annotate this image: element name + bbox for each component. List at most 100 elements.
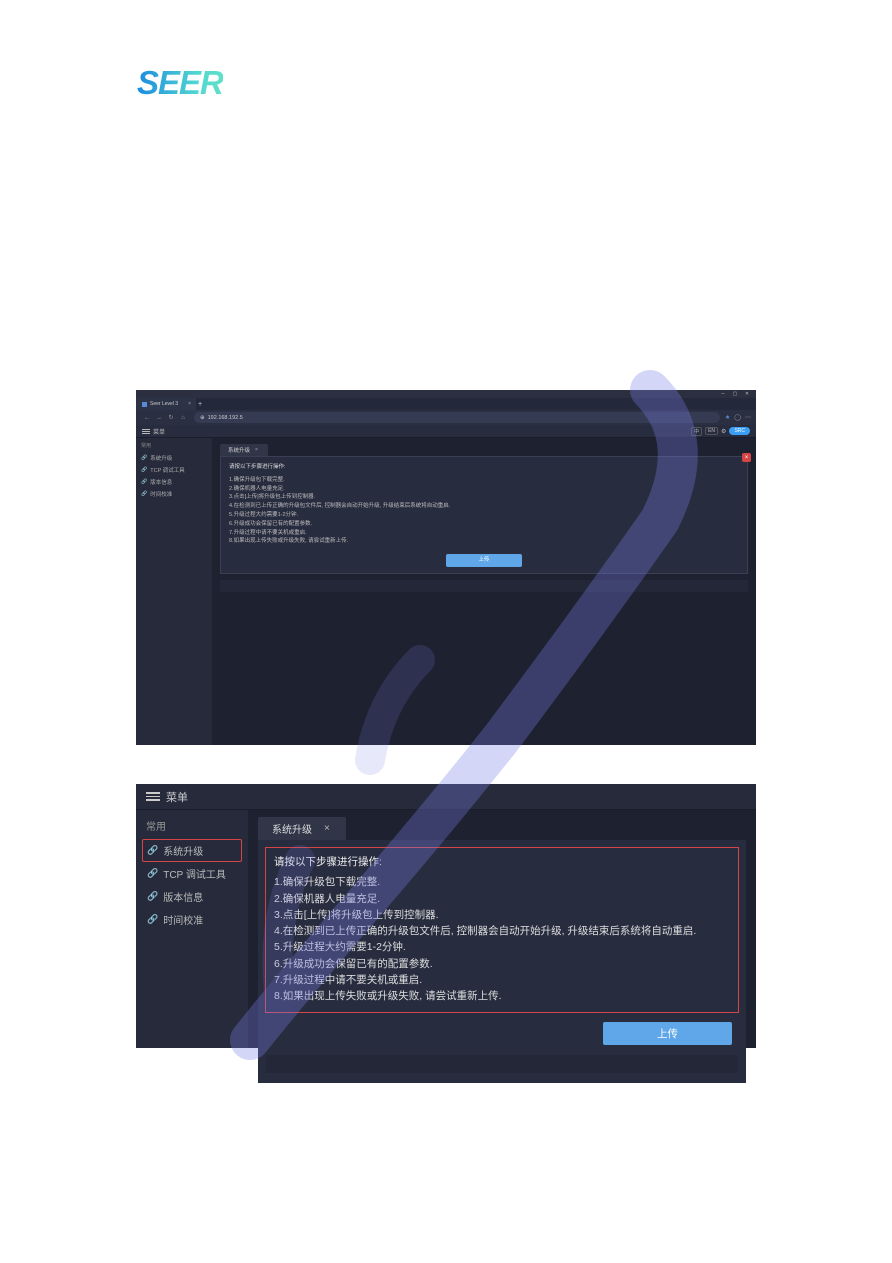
window-maximize-button[interactable]: ▢ bbox=[730, 391, 740, 397]
link-icon: 🔗 bbox=[141, 491, 147, 497]
sidebar-item-tcp-debug[interactable]: 🔗TCP 调试工具 bbox=[141, 464, 207, 476]
lang-zh[interactable]: 中 bbox=[691, 427, 702, 436]
sidebar-item-label: TCP 调试工具 bbox=[150, 466, 184, 474]
sidebar-item-system-upgrade[interactable]: 🔗系统升级 bbox=[141, 452, 207, 464]
link-icon: 🔗 bbox=[141, 479, 147, 485]
link-icon: 🔗 bbox=[147, 891, 158, 902]
tab-favicon bbox=[142, 402, 147, 407]
instruction-step: 6.升级成功会保留已有的配置参数. bbox=[274, 956, 730, 972]
instruction-step: 2.确保机器人电量充足. bbox=[229, 485, 739, 494]
sidebar-item-label: 时间校准 bbox=[150, 490, 172, 498]
link-icon: 🔗 bbox=[141, 467, 147, 473]
browser-toolbar: ← → ↻ ⌂ ⊕ 192.168.192.5 ★ ◯ ⋯ bbox=[136, 410, 756, 425]
instruction-step: 3.点击[上传]将升级包上传到控制器. bbox=[274, 907, 730, 923]
tab-label: 系统升级 bbox=[228, 446, 250, 454]
back-button[interactable]: ← bbox=[141, 415, 153, 421]
sidebar-section-label: 常用 bbox=[142, 818, 242, 833]
instruction-step: 5.升级过程大约需要1-2分钟. bbox=[229, 511, 739, 520]
inner-tabstrip: 系统升级 × bbox=[220, 444, 748, 456]
sidebar: 常用 🔗系统升级 🔗TCP 调试工具 🔗版本信息 🔗时间校准 bbox=[136, 438, 212, 745]
upload-button[interactable]: 上传 bbox=[446, 554, 521, 567]
seer-logo: SEER bbox=[137, 64, 223, 102]
instruction-step: 4.在检测到已上传正确的升级包文件后, 控制器会自动开始升级, 升级结束后系统将… bbox=[229, 502, 739, 511]
sidebar-item-label: TCP 调试工具 bbox=[163, 866, 226, 881]
lang-en[interactable]: EN bbox=[705, 427, 718, 435]
tab-system-upgrade[interactable]: 系统升级 × bbox=[220, 444, 268, 456]
instruction-step: 8.如果出现上传失败或升级失败, 请尝试重新上传. bbox=[229, 537, 739, 546]
sidebar-item-label: 版本信息 bbox=[150, 478, 172, 486]
screenshot-zoomed-panel: 菜单 常用 🔗 系统升级 🔗 TCP 调试工具 🔗 版本信息 🔗 时间校准 系统升级 × bbox=[136, 784, 756, 1048]
sidebar-item-version-info[interactable]: 🔗 版本信息 bbox=[142, 885, 242, 908]
bookmark-star-icon[interactable]: ★ bbox=[725, 414, 730, 421]
src-badge[interactable]: SRC bbox=[729, 427, 750, 435]
sidebar-item-label: 系统升级 bbox=[150, 454, 172, 462]
settings-icon[interactable]: ⚙ bbox=[721, 428, 726, 435]
inner-tabstrip: 系统升级 × bbox=[258, 818, 746, 840]
sidebar-item-time-calibrate[interactable]: 🔗时间校准 bbox=[141, 488, 207, 500]
content-footer-strip bbox=[266, 1055, 738, 1073]
content-area: 系统升级 × 请按以下步骤进行操作: 1.确保升级包下载完整. 2.确保机器人电… bbox=[248, 810, 756, 1048]
content-footer-strip bbox=[220, 580, 748, 592]
sidebar-item-time-calibrate[interactable]: 🔗 时间校准 bbox=[142, 908, 242, 931]
sidebar-section-label: 常用 bbox=[141, 442, 207, 449]
upload-button[interactable]: 上传 bbox=[603, 1022, 732, 1045]
menu-toggle[interactable]: 菜单 bbox=[142, 427, 165, 436]
app-topbar: 菜单 中 EN ⚙ SRC bbox=[136, 425, 756, 438]
browser-tab-strip: Seer Level 3 × + bbox=[136, 398, 756, 410]
link-icon: 🔗 bbox=[147, 868, 158, 879]
sidebar-item-system-upgrade[interactable]: 🔗 系统升级 bbox=[142, 839, 242, 862]
screenshot-full-window: ─ ▢ ✕ Seer Level 3 × + ← → ↻ ⌂ ⊕ 192.168… bbox=[136, 390, 756, 745]
globe-icon: ⊕ bbox=[200, 415, 205, 421]
window-close-button[interactable]: ✕ bbox=[742, 391, 752, 397]
window-minimize-button[interactable]: ─ bbox=[718, 391, 728, 397]
home-button[interactable]: ⌂ bbox=[177, 415, 189, 421]
sidebar-item-tcp-debug[interactable]: 🔗 TCP 调试工具 bbox=[142, 862, 242, 885]
tab-title: Seer Level 3 bbox=[150, 401, 178, 407]
browser-tab[interactable]: Seer Level 3 × bbox=[136, 398, 196, 410]
instruction-step: 1.确保升级包下载完整. bbox=[274, 874, 730, 890]
tab-close-icon[interactable]: × bbox=[188, 401, 191, 407]
tab-close-icon[interactable]: × bbox=[255, 447, 258, 453]
url-text: 192.168.192.5 bbox=[208, 415, 243, 421]
profile-icon[interactable]: ◯ bbox=[734, 414, 741, 421]
instruction-step: 2.确保机器人电量充足. bbox=[274, 891, 730, 907]
instructions-header: 请按以下步骤进行操作: bbox=[274, 854, 730, 870]
hamburger-icon bbox=[142, 428, 150, 435]
tab-system-upgrade[interactable]: 系统升级 × bbox=[258, 817, 346, 840]
instruction-step: 7.升级过程中请不要关机或重启. bbox=[229, 529, 739, 538]
instructions-header: 请按以下步骤进行操作: bbox=[229, 463, 739, 472]
window-titlebar: ─ ▢ ✕ bbox=[136, 390, 756, 398]
instruction-step: 1.确保升级包下载完整. bbox=[229, 476, 739, 485]
sidebar-item-label: 系统升级 bbox=[163, 843, 203, 858]
instruction-step: 5.升级过程大约需要1-2分钟. bbox=[274, 939, 730, 955]
instruction-step: 3.点击[上传]将升级包上传到控制器. bbox=[229, 493, 739, 502]
sidebar: 常用 🔗 系统升级 🔗 TCP 调试工具 🔗 版本信息 🔗 时间校准 bbox=[136, 810, 248, 1048]
tab-close-icon[interactable]: × bbox=[324, 823, 330, 834]
menu-toggle[interactable]: 菜单 bbox=[146, 789, 188, 805]
content-area: 系统升级 × 请按以下步骤进行操作: 1.确保升级包下载完整. 2.确保机器人电… bbox=[212, 438, 756, 745]
instruction-step: 6.升级成功会保留已有的配置参数. bbox=[229, 520, 739, 529]
hamburger-icon bbox=[146, 790, 160, 803]
sidebar-item-version-info[interactable]: 🔗版本信息 bbox=[141, 476, 207, 488]
upgrade-instructions-panel: 请按以下步骤进行操作: 1.确保升级包下载完整. 2.确保机器人电量充足. 3.… bbox=[220, 456, 748, 574]
sidebar-item-label: 时间校准 bbox=[163, 912, 203, 927]
menu-label: 菜单 bbox=[166, 789, 188, 805]
tab-label: 系统升级 bbox=[272, 821, 312, 836]
link-icon: 🔗 bbox=[147, 914, 158, 925]
forward-button[interactable]: → bbox=[153, 415, 165, 421]
new-tab-button[interactable]: + bbox=[196, 401, 204, 408]
upgrade-instructions-panel: 请按以下步骤进行操作: 1.确保升级包下载完整. 2.确保机器人电量充足. 3.… bbox=[266, 848, 738, 1012]
panel-close-button[interactable]: × bbox=[742, 453, 751, 462]
link-icon: 🔗 bbox=[141, 455, 147, 461]
instructions-list: 1.确保升级包下载完整. 2.确保机器人电量充足. 3.点击[上传]将升级包上传… bbox=[229, 476, 739, 546]
browser-menu-icon[interactable]: ⋯ bbox=[745, 414, 751, 421]
instruction-step: 7.升级过程中请不要关机或重启. bbox=[274, 972, 730, 988]
instruction-step: 4.在检测到已上传正确的升级包文件后, 控制器会自动开始升级, 升级结束后系统将… bbox=[274, 923, 730, 939]
menu-label: 菜单 bbox=[153, 427, 165, 436]
link-icon: 🔗 bbox=[147, 845, 158, 856]
sidebar-item-label: 版本信息 bbox=[163, 889, 203, 904]
app-topbar: 菜单 bbox=[136, 784, 756, 810]
refresh-button[interactable]: ↻ bbox=[165, 414, 177, 421]
instructions-list: 1.确保升级包下载完整. 2.确保机器人电量充足. 3.点击[上传]将升级包上传… bbox=[274, 874, 730, 1004]
address-bar[interactable]: ⊕ 192.168.192.5 bbox=[194, 412, 720, 423]
